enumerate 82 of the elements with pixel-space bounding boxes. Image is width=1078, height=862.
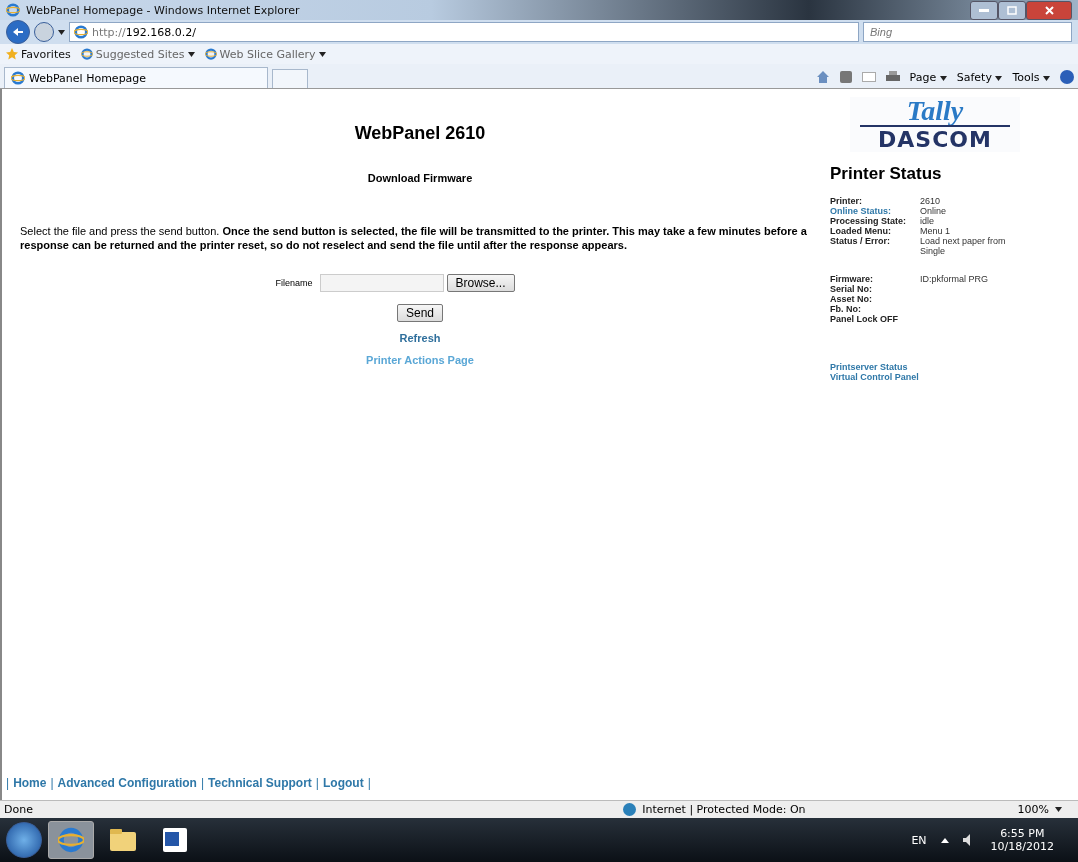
browser-icon (6, 3, 20, 17)
status-value: idle (920, 216, 935, 226)
command-menu[interactable]: Page (909, 70, 947, 84)
separator-text: | (50, 776, 54, 790)
search-field[interactable]: Bing (863, 22, 1072, 42)
command-menu[interactable]: Tools (1012, 70, 1050, 84)
separator-text: | (367, 776, 371, 790)
caret-icon (187, 51, 195, 57)
footer-link[interactable]: Advanced Configuration (57, 776, 197, 790)
footer-link[interactable]: Technical Support (208, 776, 312, 790)
star-icon (6, 48, 18, 60)
footer-link[interactable]: Logout (323, 776, 364, 790)
caret-icon (58, 29, 65, 35)
printer-icon[interactable] (885, 71, 900, 83)
status-value: Load next paper from Single (920, 236, 1007, 256)
close-button[interactable] (1026, 0, 1072, 20)
document-icon (163, 828, 187, 852)
status-value: ID:pkformal PRG (920, 274, 989, 284)
logo-text: DASCOM (878, 127, 992, 152)
page-heading: WebPanel 2610 (354, 123, 486, 144)
back-button[interactable] (6, 20, 30, 44)
caret-icon (318, 51, 326, 57)
favorites-button[interactable]: Favorites (6, 47, 71, 61)
page-link[interactable]: Refresh (399, 332, 441, 344)
clock[interactable]: 6:55 PM 10/18/2012 (990, 827, 1054, 853)
favorites-bar-item[interactable]: Suggested Sites (80, 47, 195, 61)
browser-icon (11, 71, 25, 85)
home-icon[interactable] (815, 70, 830, 84)
status-value: Online (920, 206, 947, 216)
close-icon (1044, 5, 1054, 15)
status-value: Menu 1 (920, 226, 952, 236)
caret-icon (1055, 807, 1062, 812)
back-arrow-icon (12, 27, 24, 37)
sidebar-link[interactable]: Printserver Status (830, 362, 1070, 372)
status-label: Processing State: (830, 216, 908, 226)
minimize-icon (979, 8, 989, 12)
separator-text: | (315, 776, 319, 790)
filename-field[interactable] (319, 274, 444, 292)
command-menu[interactable]: Safety (956, 70, 1003, 84)
browser-icon (80, 48, 93, 60)
status-label: Printer: (830, 196, 863, 206)
footer-link[interactable]: Home (13, 776, 47, 790)
separator-text: | (6, 776, 10, 790)
maximize-icon (1007, 5, 1017, 15)
filename-label: Filename (275, 278, 313, 288)
address-field[interactable]: http://192.168.0.2/ (69, 22, 859, 42)
tray-arrow-icon[interactable] (940, 837, 949, 843)
status-text: Done (4, 803, 33, 816)
browser-tab[interactable]: WebPanel Homepage (4, 67, 268, 88)
caret-icon (995, 75, 1003, 81)
sidebar-link[interactable]: Virtual Control Panel (830, 372, 1070, 382)
forward-button[interactable] (34, 22, 54, 42)
caret-icon (1043, 75, 1050, 81)
caret-icon (939, 75, 947, 81)
folder-icon (110, 829, 136, 851)
browser-icon (74, 25, 88, 39)
window-title: WebPanel Homepage - Windows Internet Explorer (26, 3, 300, 17)
status-label: Loaded Menu: (830, 226, 892, 236)
language-indicator[interactable]: EN (911, 833, 927, 847)
separator-text: | (200, 776, 205, 790)
start-button[interactable] (6, 822, 42, 858)
zoom-level[interactable]: 100% (1017, 803, 1049, 816)
favorites-bar-item[interactable]: Web Slice Gallery (204, 47, 326, 61)
status-label: Serial No: (830, 284, 873, 294)
minimize-button[interactable] (970, 0, 998, 20)
status-label: Online Status: (830, 206, 892, 216)
security-zone-text: Internet | Protected Mode: On (642, 803, 806, 816)
sidebar-title: Printer Status (830, 164, 943, 184)
status-label: Status / Error: (830, 236, 891, 248)
browser-icon (204, 48, 217, 60)
send-button[interactable]: Send (397, 304, 443, 322)
browser-icon (58, 827, 84, 853)
status-label: Panel Lock OFF (830, 314, 899, 324)
status-label: Firmware: (830, 274, 874, 284)
maximize-button[interactable] (998, 0, 1026, 20)
status-label: Fb. No: (830, 304, 862, 314)
instructions-text: Select the file and press the send button. Once the send button is selected, the file will be transmitted to the printer. This may take a few minutes before a response can be returned and the printer reset, so do not reselect and send the file until after the response appears. (20, 224, 808, 252)
status-value: 2610 (920, 196, 942, 206)
logo-text: Tally (906, 97, 964, 125)
browse-button[interactable]: Browse... (446, 274, 515, 292)
section-heading: Download Firmware (367, 172, 473, 184)
status-label: Asset No: (830, 294, 873, 304)
